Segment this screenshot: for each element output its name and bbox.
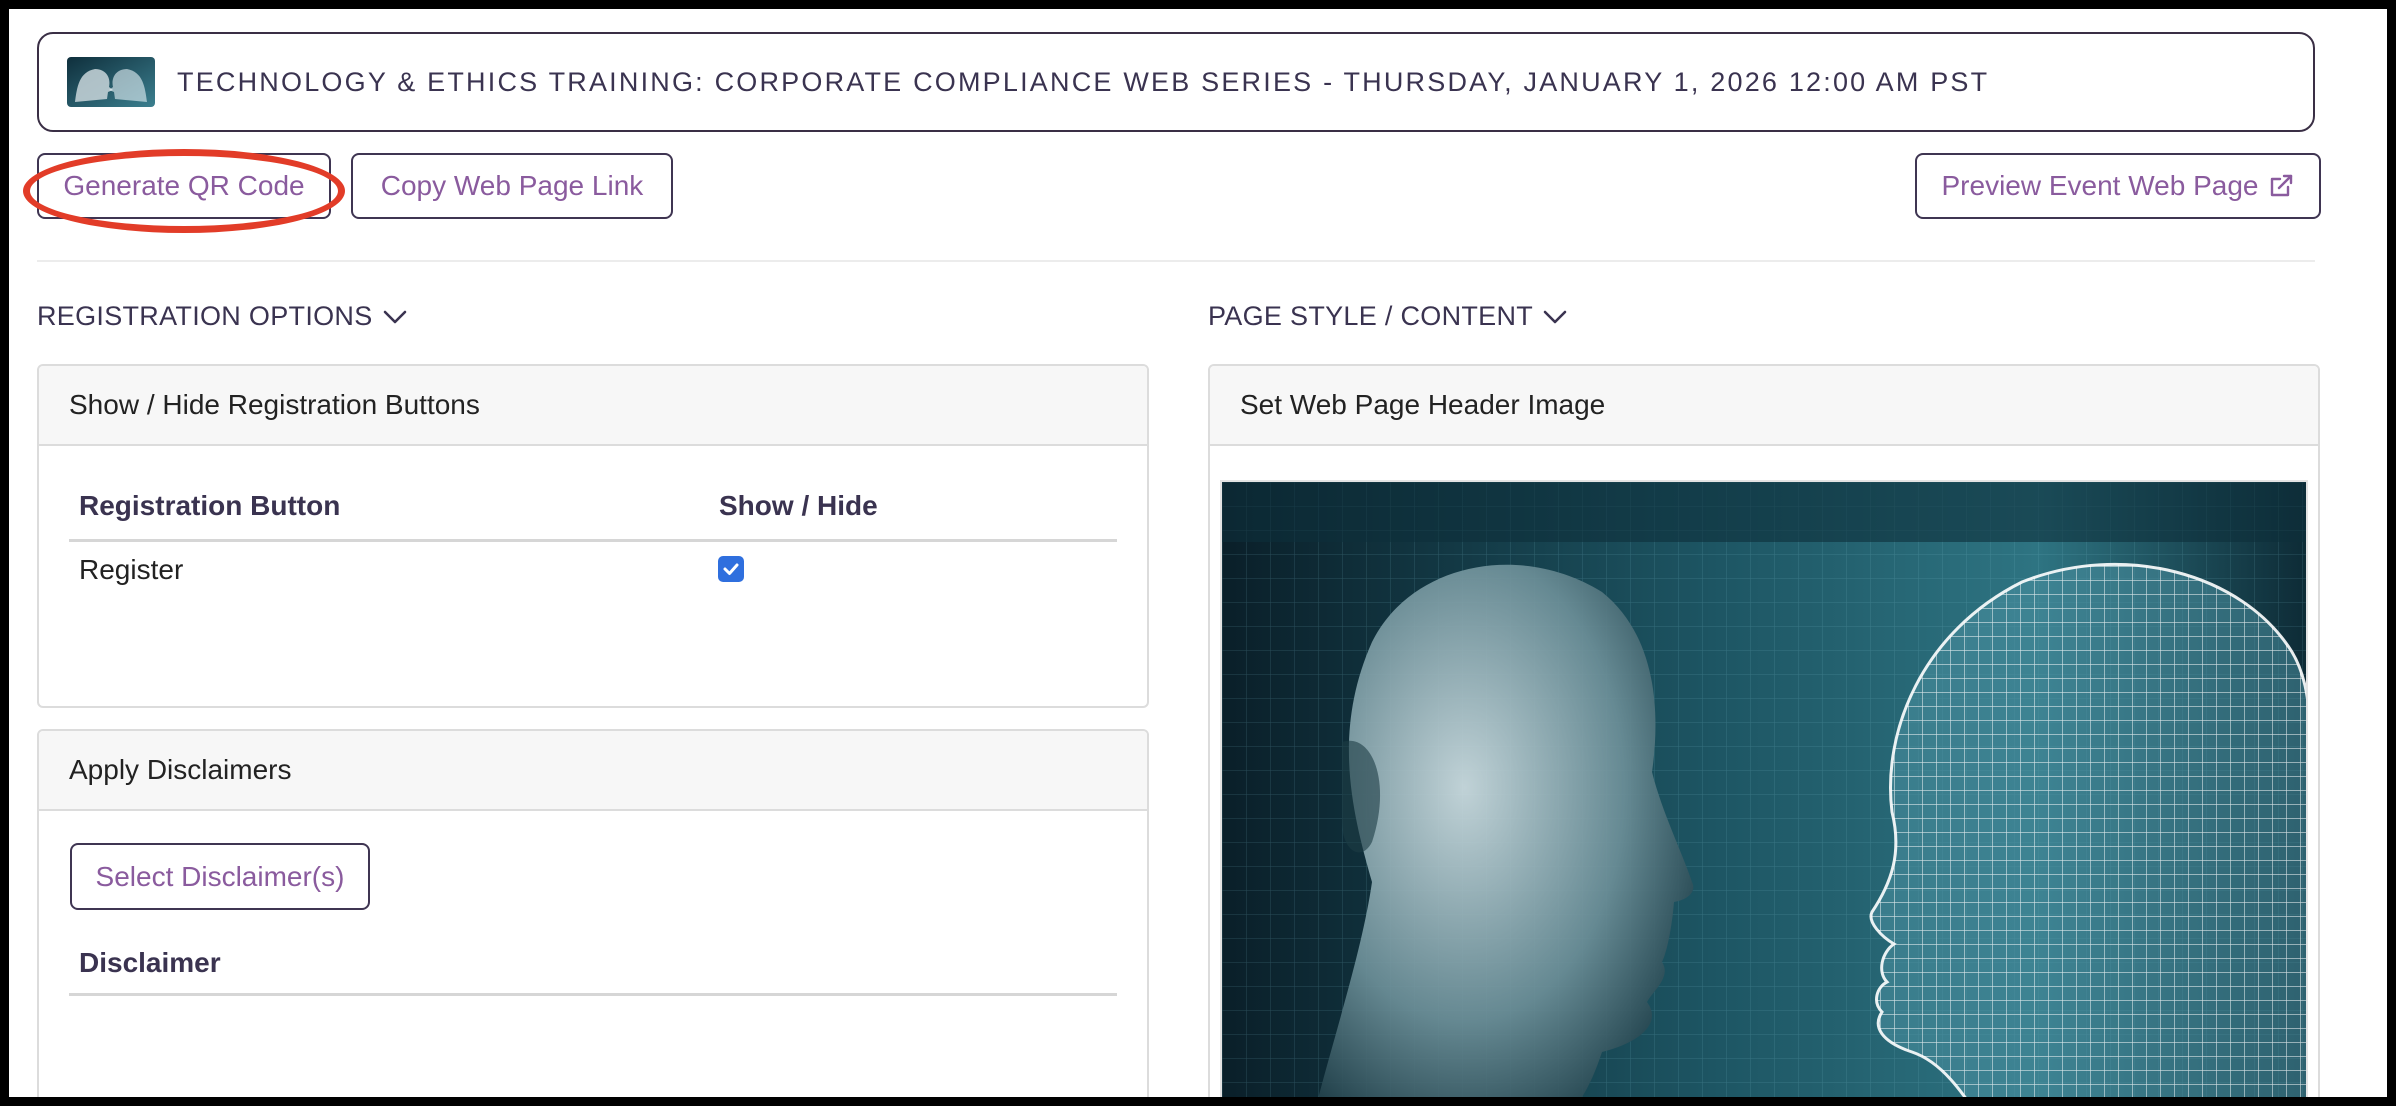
external-link-icon [2268,173,2294,199]
chevron-down-icon [1543,309,1567,325]
page-canvas: TECHNOLOGY & ETHICS TRAINING: CORPORATE … [9,9,2387,1097]
column-header-registration-button: Registration Button [79,490,341,521]
disclaimer-table-divider [69,993,1117,996]
section-divider [37,260,2315,262]
preview-event-web-page-label: Preview Event Web Page [1941,170,2259,201]
page-style-content-toggle[interactable]: PAGE STYLE / CONTENT [1208,301,1567,332]
registration-buttons-card-title: Show / Hide Registration Buttons [39,366,1147,446]
copy-web-page-link-button[interactable]: Copy Web Page Link [351,153,673,219]
table-row-register-label: Register [79,554,184,585]
generate-qr-code-button[interactable]: Generate QR Code [37,153,331,219]
copy-web-page-link-label: Copy Web Page Link [380,170,644,201]
header-image-card-title: Set Web Page Header Image [1210,366,2318,446]
registration-buttons-card: Show / Hide Registration Buttons Registr… [37,364,1149,708]
registration-options-toggle[interactable]: REGISTRATION OPTIONS [37,301,407,332]
registration-options-heading: REGISTRATION OPTIONS [37,301,373,331]
event-title: TECHNOLOGY & ETHICS TRAINING: CORPORATE … [177,66,1990,97]
disclaimers-card-title: Apply Disclaimers [39,731,1147,811]
header-image-preview[interactable] [1220,480,2308,1097]
event-title-bar: TECHNOLOGY & ETHICS TRAINING: CORPORATE … [37,32,2315,132]
column-header-show-hide: Show / Hide [719,490,878,521]
register-show-checkbox[interactable] [718,556,744,582]
generate-qr-code-label: Generate QR Code [63,170,305,201]
disclaimers-card: Apply Disclaimers Disclaimer [37,729,1149,1097]
header-image-card: Set Web Page Header Image [1208,364,2320,1097]
column-header-disclaimer: Disclaimer [79,947,221,978]
chevron-down-icon [383,309,407,325]
preview-event-web-page-button[interactable]: Preview Event Web Page [1915,153,2321,219]
event-thumbnail-image [67,57,155,107]
table-header-divider [69,539,1117,542]
select-disclaimers-button[interactable]: Select Disclaimer(s) [70,843,370,910]
select-disclaimers-label: Select Disclaimer(s) [95,860,345,892]
page-style-content-heading: PAGE STYLE / CONTENT [1208,301,1534,331]
